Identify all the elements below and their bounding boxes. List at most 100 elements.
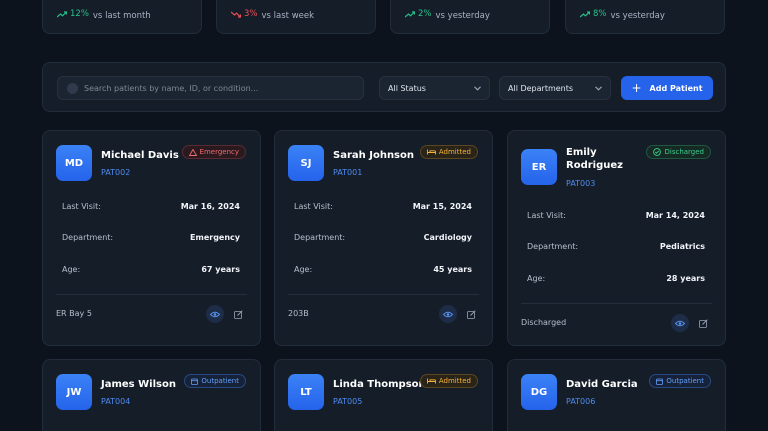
chevron-down-icon: [474, 84, 481, 93]
last-visit-row: Last Visit: Mar 14, 2024: [527, 211, 705, 220]
department-value: Pediatrics: [659, 242, 705, 251]
chevron-down-icon: [595, 84, 602, 93]
patient-card[interactable]: LT Linda Thompson PAT005 Admitted: [274, 359, 493, 431]
department-row: Department: Pediatrics: [527, 242, 705, 251]
edit-icon: [466, 309, 476, 319]
stat-text: vs yesterday: [610, 10, 665, 21]
department-row: Department: Cardiology: [294, 233, 472, 242]
add-patient-label: Add Patient: [649, 83, 703, 93]
stat-change: 12%: [70, 9, 89, 19]
view-button[interactable]: [671, 314, 689, 332]
status-badge: Outpatient: [184, 374, 246, 388]
department-label: Department:: [294, 233, 346, 242]
department-label: Department:: [527, 242, 579, 251]
patient-card[interactable]: MD Michael Davis PAT002 Emergency Last V…: [42, 130, 261, 346]
stat-change: 3%: [244, 9, 258, 19]
patient-card[interactable]: SJ Sarah Johnson PAT001 Admitted Last Vi…: [274, 130, 493, 346]
age-label: Age:: [294, 265, 313, 274]
patient-name: David Garcia: [566, 379, 638, 390]
patient-id: PAT001: [333, 168, 363, 177]
age-value: 67 years: [201, 265, 240, 274]
status-label: Discharged: [664, 148, 704, 156]
calendar-icon: [191, 378, 199, 385]
status-filter-value: All Status: [388, 83, 426, 93]
patient-card[interactable]: JW James Wilson PAT004 Outpatient: [42, 359, 261, 431]
edit-icon: [698, 318, 708, 328]
last-visit-value: Mar 15, 2024: [412, 202, 472, 211]
department-label: Department:: [62, 233, 114, 242]
last-visit-value: Mar 14, 2024: [645, 211, 705, 220]
last-visit-row: Last Visit: Mar 15, 2024: [294, 202, 472, 211]
department-filter-select[interactable]: All Departments: [499, 76, 611, 100]
search-icon: [67, 82, 78, 94]
status-filter-select[interactable]: All Status: [379, 76, 490, 100]
view-button[interactable]: [439, 305, 457, 323]
view-button[interactable]: [206, 305, 224, 323]
patient-id: PAT005: [333, 397, 363, 406]
stat-card-4: 8% vs yesterday: [565, 0, 725, 34]
bed-icon: [426, 149, 436, 155]
patient-name: Sarah Johnson: [333, 150, 415, 161]
status-badge: Admitted: [419, 374, 478, 388]
eye-icon: [443, 311, 453, 317]
check-circle-icon: [653, 148, 662, 156]
calendar-icon: [656, 378, 664, 385]
patient-id: PAT003: [566, 179, 596, 188]
patient-name: Linda Thompson: [333, 379, 426, 390]
department-value: Emergency: [190, 233, 240, 242]
trend-up-icon: 2%: [405, 9, 432, 19]
eye-icon: [210, 311, 220, 317]
patient-card[interactable]: DG David Garcia PAT006 Outpatient: [507, 359, 726, 431]
last-visit-label: Last Visit:: [62, 202, 101, 211]
stat-card-3: 2% vs yesterday: [390, 0, 550, 34]
eye-icon: [675, 320, 685, 326]
patient-card[interactable]: ER Emily Rodriguez PAT003 Discharged Las…: [507, 130, 726, 346]
status-label: Admitted: [438, 377, 471, 385]
add-patient-button[interactable]: + Add Patient: [621, 76, 713, 100]
divider: [521, 303, 712, 304]
status-label: Outpatient: [201, 377, 239, 385]
stat-change: 2%: [418, 9, 432, 19]
edit-button[interactable]: [229, 305, 247, 323]
last-visit-value: Mar 16, 2024: [180, 202, 240, 211]
avatar: LT: [288, 374, 324, 410]
patient-name: Emily Rodriguez: [566, 146, 623, 172]
stat-text: vs last week: [261, 10, 315, 21]
patient-name-line1: Emily: [566, 147, 597, 158]
search-input[interactable]: [84, 83, 354, 93]
patient-location: Discharged: [521, 318, 567, 327]
avatar: DG: [521, 374, 557, 410]
warning-icon: [188, 148, 197, 156]
status-label: Outpatient: [666, 377, 704, 385]
age-value: 45 years: [433, 265, 472, 274]
patient-id: PAT002: [101, 168, 131, 177]
avatar: SJ: [288, 145, 324, 181]
stat-card-1: 12% vs last month: [42, 0, 202, 34]
filter-toolbar: All Status All Departments + Add Patient: [42, 62, 726, 112]
edit-button[interactable]: [694, 314, 712, 332]
bed-icon: [426, 378, 436, 384]
trend-up-icon: 8%: [580, 9, 607, 19]
age-row: Age: 45 years: [294, 265, 472, 274]
status-badge: Discharged: [646, 145, 711, 159]
stat-text: vs last month: [92, 10, 151, 21]
stat-change: 8%: [593, 9, 607, 19]
status-label: Admitted: [438, 148, 471, 156]
status-badge: Admitted: [419, 145, 478, 159]
age-label: Age:: [62, 265, 81, 274]
edit-icon: [233, 309, 243, 319]
patient-id: PAT006: [566, 397, 596, 406]
plus-icon: +: [631, 81, 642, 95]
age-row: Age: 28 years: [527, 274, 705, 283]
trend-down-icon: 3%: [231, 9, 258, 19]
search-box[interactable]: [57, 76, 364, 100]
avatar: JW: [56, 374, 92, 410]
edit-button[interactable]: [462, 305, 480, 323]
status-label: Emergency: [199, 148, 239, 156]
department-value: Cardiology: [423, 233, 472, 242]
avatar: MD: [56, 145, 92, 181]
status-badge: Emergency: [181, 145, 246, 159]
age-value: 28 years: [666, 274, 705, 283]
patient-name: Michael Davis: [101, 150, 179, 161]
divider: [288, 294, 479, 295]
